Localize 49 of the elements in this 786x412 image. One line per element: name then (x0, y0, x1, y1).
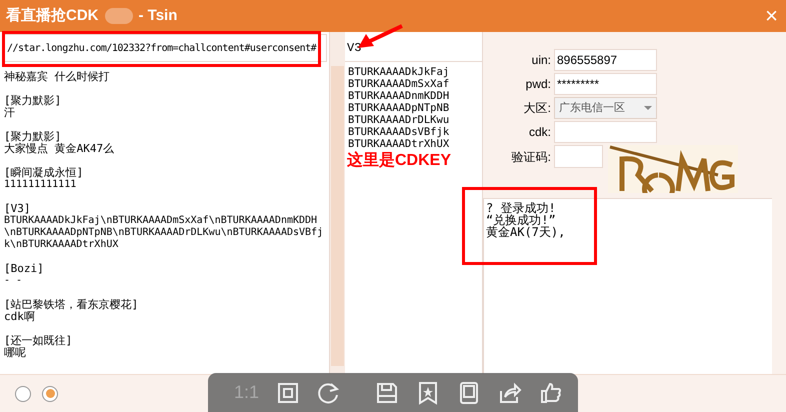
code-item: BTURKAAAADnmKDDH (348, 90, 450, 102)
log-line: 黄金AK(7天), (486, 226, 566, 238)
blurred-region (104, 8, 132, 24)
thumbs-up-icon[interactable] (539, 380, 564, 404)
share-icon[interactable] (498, 380, 522, 404)
chat-username: [站巴黎铁塔，看东京樱花] (4, 299, 140, 311)
chat-message: BTURKAAAADkJkFaj\nBTURKAAAADmSxXaf\nBTURKAAAADnmKDDH\nBTURKAAAADpNTpNB\nBTURKAAAADrDLKwu\nBTURKAAAADsVBfjk\nBTURKAAAADtrXhUX (4, 215, 324, 251)
chat-message: 大家慢点 黄金AK47么 (4, 143, 116, 155)
code-item: BTURKAAAADpNTpNB (348, 102, 450, 114)
chat-message: 哪呢 (4, 347, 27, 359)
text-field[interactable]: 896555897 (554, 49, 657, 71)
code-item: BTURKAAAADkJkFaj (348, 66, 450, 78)
field-label: uin: (530, 52, 551, 69)
radio-button[interactable] (42, 386, 58, 402)
chat-username: [瞬间凝成永恒] (4, 167, 84, 179)
text-field[interactable] (554, 121, 657, 143)
chat-message: 111111111111 (4, 179, 78, 191)
field-label: pwd: (524, 76, 551, 93)
code-item: BTURKAAAADmSxXaf (348, 78, 450, 90)
chat-username: [聚力默影] (4, 95, 62, 107)
chat-message: cdk啊 (4, 311, 36, 323)
region-dropdown[interactable]: 广东电信一区 (554, 97, 657, 119)
radio-button[interactable] (15, 386, 31, 402)
captcha-field[interactable] (554, 145, 603, 168)
chat-username: [聚力默影] (4, 131, 62, 143)
chat-message: - - (4, 275, 24, 287)
log-line: “兑换成功!” (486, 214, 556, 226)
code-item: BTURKAAAADtrXhUX (348, 138, 450, 150)
chat-username: [Bozi] (4, 263, 45, 275)
window-title: - Tsin (138, 6, 178, 26)
field-label: 大区: (522, 100, 551, 117)
caret-icon (644, 106, 652, 110)
url-field[interactable]: //star.longzhu.com/102332?from=challcontent#userconsent# (2, 34, 327, 62)
chat-message: 神秘嘉宾 什么时候打 (4, 71, 111, 83)
field-label: 验证码: (510, 148, 551, 166)
chat-username: [V3] (4, 203, 32, 215)
text-field[interactable]: ********* (554, 73, 657, 95)
fit-icon[interactable] (276, 380, 300, 404)
scrollbar-thumb[interactable] (331, 66, 344, 366)
field-label: cdk: (528, 124, 551, 141)
chat-message: 汗 (4, 107, 16, 119)
save-icon[interactable] (375, 380, 400, 404)
window-title: 看直播抢CDK (6, 6, 98, 26)
log-line: ? 登录成功! (486, 202, 557, 214)
annotation-label: 这里是CDKEY (347, 150, 452, 171)
rotate-icon[interactable] (317, 380, 342, 404)
code-item: BTURKAAAADrDLKwu (348, 114, 450, 126)
code-item: BTURKAAAADsVBfjk (348, 126, 450, 138)
chat-username: [还一如既往] (4, 335, 74, 347)
